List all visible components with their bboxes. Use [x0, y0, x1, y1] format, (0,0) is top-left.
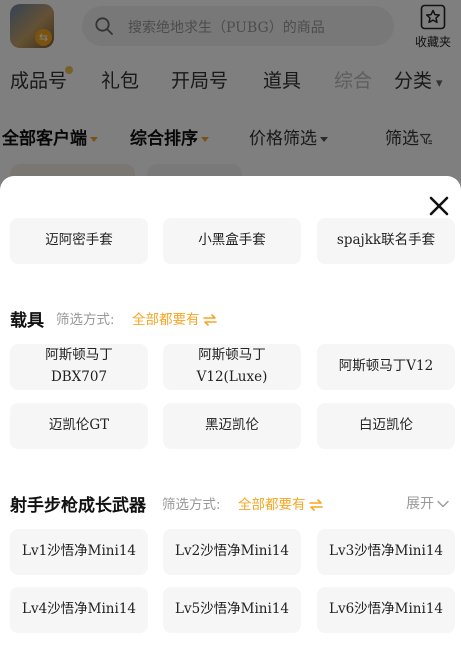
option-chip[interactable]: Lv4沙悟净Mini14: [10, 587, 148, 633]
section-title-vehicles: 载具: [10, 311, 44, 331]
filter-mode-label: 筛选方式:: [56, 312, 115, 328]
expand-button[interactable]: 展开: [406, 493, 449, 513]
option-chip[interactable]: 小黑盒手套: [163, 218, 301, 264]
filter-mode-value: 全部都要有: [238, 497, 306, 513]
option-chip[interactable]: 阿斯顿马丁 DBX707: [10, 344, 148, 390]
filter-mode-label: 筛选方式:: [162, 497, 221, 513]
filter-bottom-sheet: 迈阿密手套 小黑盒手套 spajkk联名手套 载具 筛选方式: 全部都要有 阿斯…: [0, 176, 461, 655]
chevron-down-icon: [437, 500, 449, 508]
option-chip[interactable]: Lv5沙悟净Mini14: [163, 587, 301, 633]
option-chip[interactable]: 黑迈凯伦: [163, 403, 301, 449]
option-chip[interactable]: Lv6沙悟净Mini14: [317, 587, 455, 633]
option-label: 阿斯顿马丁V12: [338, 358, 434, 375]
option-chip[interactable]: Lv3沙悟净Mini14: [317, 529, 455, 575]
option-label: Lv2沙悟净Mini14: [174, 543, 289, 560]
option-chip[interactable]: Lv1沙悟净Mini14: [10, 529, 148, 575]
option-label: Lv3沙悟净Mini14: [328, 543, 443, 560]
filter-mode-value: 全部都要有: [132, 312, 200, 328]
option-label: Lv5沙悟净Mini14: [174, 601, 289, 618]
option-label: 迈阿密手套: [45, 232, 113, 249]
option-label: 小黑盒手套: [198, 232, 266, 249]
option-label: Lv1沙悟净Mini14: [21, 543, 136, 560]
option-label: 白迈凯伦: [359, 417, 413, 434]
close-icon[interactable]: [426, 193, 452, 219]
swap-icon: [202, 314, 217, 326]
option-chip[interactable]: 迈凯伦GT: [10, 403, 148, 449]
option-label: Lv6沙悟净Mini14: [328, 601, 443, 618]
swap-icon: [308, 499, 323, 511]
section-title-weapons: 射手步枪成长武器: [10, 496, 146, 516]
option-label: 阿斯顿马丁 DBX707: [45, 347, 113, 385]
option-chip[interactable]: spajkk联名手套: [317, 218, 455, 264]
option-label: 黑迈凯伦: [205, 417, 259, 434]
filter-mode-toggle[interactable]: 全部都要有: [238, 493, 323, 513]
option-chip[interactable]: 阿斯顿马丁 V12(Luxe): [163, 344, 301, 390]
option-chip[interactable]: Lv2沙悟净Mini14: [163, 529, 301, 575]
option-chip[interactable]: 白迈凯伦: [317, 403, 455, 449]
option-chip[interactable]: 阿斯顿马丁V12: [317, 344, 455, 390]
expand-label: 展开: [406, 496, 434, 512]
filter-mode-toggle[interactable]: 全部都要有: [132, 308, 217, 328]
option-label: 阿斯顿马丁 V12(Luxe): [196, 347, 268, 385]
option-chip[interactable]: 迈阿密手套: [10, 218, 148, 264]
option-label: Lv4沙悟净Mini14: [21, 601, 136, 618]
option-label: 迈凯伦GT: [48, 417, 110, 434]
option-label: spajkk联名手套: [336, 232, 436, 249]
